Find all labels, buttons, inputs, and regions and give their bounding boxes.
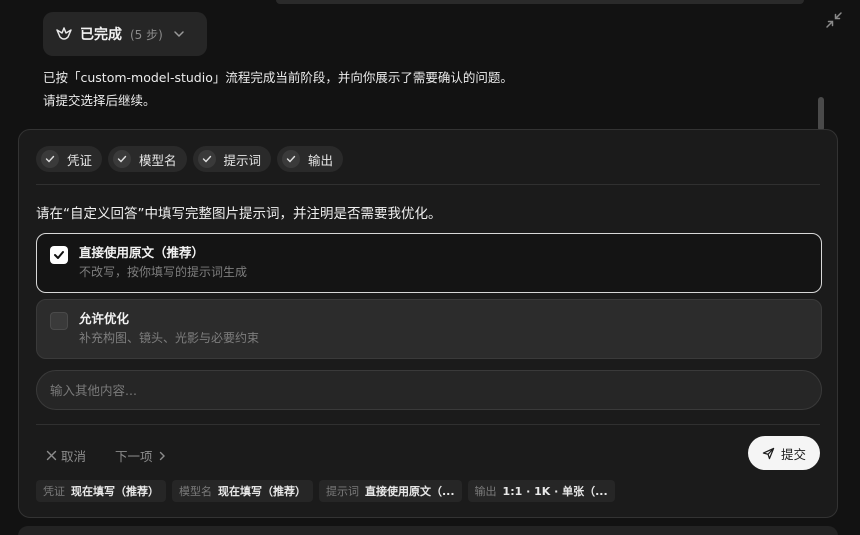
status-dropdown[interactable]: 已完成 (5 步) (43, 12, 207, 56)
option-description: 补充构图、镜头、光影与必要约束 (79, 331, 260, 345)
checkbox-icon[interactable] (50, 246, 68, 264)
check-circle-icon (197, 150, 216, 168)
step-chip-output[interactable]: 输出 (277, 146, 344, 172)
close-icon (46, 450, 57, 461)
check-circle-icon (41, 150, 59, 168)
send-icon (762, 447, 775, 459)
chip-label: 模型名 (139, 152, 177, 168)
next-button[interactable]: 下一项 (115, 446, 167, 465)
summary-value: 直接使用原文（... (365, 485, 455, 498)
summary-value: 1:1 · 1K · 单张（... (502, 485, 608, 498)
next-message-edge (18, 526, 838, 535)
next-label: 下一项 (115, 449, 153, 464)
summary-tag: 提示词 直接使用原文（... (319, 480, 462, 502)
step-chip-model-name[interactable]: 模型名 (108, 146, 187, 172)
summary-tag: 凭证 现在填写（推荐） (36, 480, 166, 502)
status-steps: (5 步) (130, 27, 163, 42)
step-chips: 凭证 模型名 提示词 输出 (36, 146, 344, 172)
submit-label: 提交 (780, 446, 806, 462)
summary-value: 现在填写（推荐） (218, 485, 306, 498)
summary-key: 模型名 (179, 485, 212, 498)
summary-tag: 模型名 现在填写（推荐） (172, 480, 313, 502)
check-circle-icon (113, 150, 132, 168)
chevron-right-icon (159, 451, 165, 460)
summary-key: 提示词 (326, 485, 359, 498)
summary-value: 现在填写（推荐） (71, 485, 159, 498)
summary-tag: 输出 1:1 · 1K · 单张（... (467, 480, 615, 502)
summary-key: 凭证 (43, 485, 65, 498)
message-line: 请提交选择后继续。 (43, 93, 156, 108)
cancel-label: 取消 (61, 449, 87, 464)
top-bar (276, 0, 804, 4)
action-bar: 取消 下一项 提交 (36, 436, 820, 472)
option-description: 不改写，按你填写的提示词生成 (79, 265, 248, 279)
other-content-input[interactable] (36, 370, 822, 410)
option-allow-optimize[interactable]: 允许优化 补充构图、镜头、光影与必要约束 (36, 299, 822, 359)
question-panel: 凭证 模型名 提示词 输出 请在“自定义回答”中填写完整图片提示词，并注明是否需… (18, 129, 838, 518)
step-chip-prompt[interactable]: 提示词 (192, 146, 272, 172)
message-line: 已按「custom-model-studio」流程完成当前阶段，并向你展示了需要… (43, 70, 513, 85)
answer-summary: 凭证 现在填写（推荐） 模型名 现在填写（推荐） 提示词 直接使用原文（... … (36, 480, 615, 502)
check-circle-icon (282, 150, 301, 168)
summary-key: 输出 (474, 485, 497, 498)
divider (36, 424, 820, 425)
step-chip-credentials[interactable]: 凭证 (36, 146, 103, 172)
scrollbar-thumb[interactable] (818, 97, 824, 131)
option-use-original[interactable]: 直接使用原文（推荐） 不改写，按你填写的提示词生成 (36, 233, 822, 293)
chip-label: 输出 (308, 152, 334, 168)
status-label: 已完成 (80, 27, 122, 43)
chip-label: 提示词 (223, 152, 262, 168)
chevron-down-icon (174, 31, 184, 38)
option-title: 直接使用原文（推荐） (79, 245, 205, 260)
chip-label: 凭证 (67, 152, 93, 168)
option-title: 允许优化 (79, 311, 130, 326)
divider (36, 184, 820, 185)
collapse-icon[interactable] (825, 11, 843, 29)
bird-icon (56, 27, 72, 40)
cancel-button[interactable]: 取消 (46, 446, 86, 465)
submit-button[interactable]: 提交 (748, 436, 820, 470)
assistant-message: 已按「custom-model-studio」流程完成当前阶段，并向你展示了需要… (43, 66, 763, 112)
question-text: 请在“自定义回答”中填写完整图片提示词，并注明是否需要我优化。 (36, 206, 442, 222)
checkbox-icon[interactable] (50, 312, 68, 330)
